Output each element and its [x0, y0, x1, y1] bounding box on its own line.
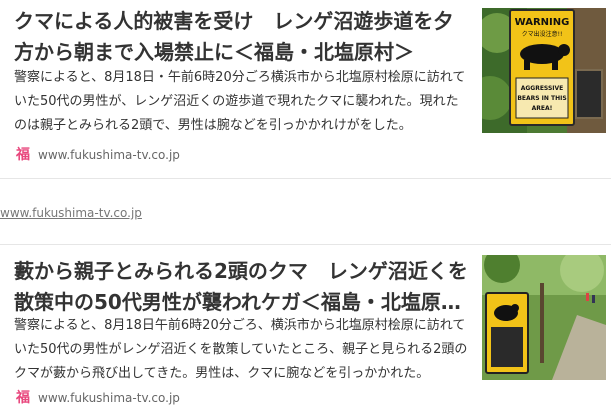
sign-line-2: BEARS IN THIS: [517, 95, 566, 102]
sign-heading: WARNING: [515, 17, 570, 28]
article-title[interactable]: 藪から親子とみられる2頭のクマ レンゲ沼近くを散策中の50代男性が襲われケガ＜福…: [14, 256, 469, 318]
article-thumbnail[interactable]: WARNING クマ出没注意!! AGGRESSIVE BEARS IN THI…: [482, 8, 606, 133]
article-snippet: 警察によると、8月18日午前6時20分ごろ、横浜市から北塩原村桧原に訪れていた5…: [14, 318, 468, 381]
source-row[interactable]: 福 www.fukushima-tv.co.jp: [14, 145, 180, 165]
news-card[interactable]: 藪から親子とみられる2頭のクマ レンゲ沼近くを散策中の50代男性が襲われケガ＜福…: [0, 244, 611, 406]
source-domain[interactable]: www.fukushima-tv.co.jp: [38, 391, 180, 405]
site-logo-icon: 福: [16, 390, 30, 406]
forest-trail-photo: [482, 255, 606, 380]
source-row[interactable]: 福 www.fukushima-tv.co.jp: [14, 388, 180, 408]
sign-subtitle: クマ出没注意!!: [522, 30, 563, 38]
news-card[interactable]: クマによる人的被害を受け レンゲ沼遊歩道を夕方から朝まで入場禁止に＜福島・北塩原…: [0, 0, 611, 178]
site-logo-icon: 福: [16, 147, 30, 163]
article-thumbnail[interactable]: [482, 255, 606, 380]
article-snippet: 警察によると、8月18日・午前6時20分ごろ横浜市から北塩原村桧原に訪れていた5…: [14, 70, 466, 133]
bear-warning-sign-photo: WARNING クマ出没注意!! AGGRESSIVE BEARS IN THI…: [482, 8, 606, 133]
article-title[interactable]: クマによる人的被害を受け レンゲ沼遊歩道を夕方から朝まで入場禁止に＜福島・北塩原…: [14, 6, 469, 68]
divider: [0, 178, 611, 179]
source-domain[interactable]: www.fukushima-tv.co.jp: [38, 148, 180, 162]
sign-line-1: AGGRESSIVE: [521, 85, 564, 92]
sign-line-3: AREA!: [532, 105, 553, 112]
source-link[interactable]: www.fukushima-tv.co.jp: [0, 206, 142, 220]
